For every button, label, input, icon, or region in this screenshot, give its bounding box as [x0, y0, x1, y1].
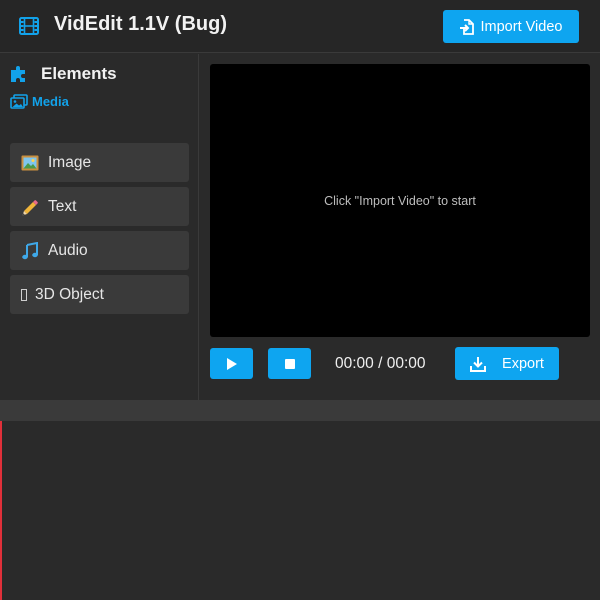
- app-title: VidEdit 1.1V (Bug): [54, 13, 227, 35]
- time-readout: 00:00 / 00:00: [335, 355, 426, 372]
- add-3d-object-button[interactable]: 3D Object: [10, 275, 189, 314]
- import-video-button[interactable]: Import Video: [443, 10, 579, 43]
- elements-sidebar: Elements Media Image Text Audio 3D Objec…: [0, 54, 199, 400]
- add-3d-object-label: 3D Object: [35, 285, 104, 303]
- download-icon: [470, 356, 487, 372]
- puzzle-icon: [11, 66, 25, 82]
- pencil-icon: [21, 198, 39, 216]
- add-text-button[interactable]: Text: [10, 187, 189, 226]
- preview-hint: Click "Import Video" to start: [324, 193, 476, 208]
- missing-glyph-icon: [21, 288, 27, 301]
- play-icon: [226, 357, 237, 370]
- tab-media-label: Media: [32, 94, 69, 109]
- tab-media[interactable]: Media: [10, 94, 69, 109]
- play-button[interactable]: [210, 348, 253, 379]
- sidebar-title: Elements: [41, 64, 117, 83]
- timeline-playhead[interactable]: [0, 421, 2, 600]
- add-text-label: Text: [48, 197, 77, 215]
- file-import-icon: [459, 18, 474, 35]
- add-image-button[interactable]: Image: [10, 143, 189, 182]
- film-icon: [19, 17, 39, 35]
- sidebar-header: Elements: [9, 64, 117, 84]
- export-button[interactable]: Export: [455, 347, 559, 380]
- musical-note-icon: [21, 241, 39, 260]
- images-icon: [10, 94, 28, 109]
- timeline-ruler[interactable]: [0, 400, 600, 421]
- timeline-track-area[interactable]: [0, 421, 600, 600]
- add-audio-button[interactable]: Audio: [10, 231, 189, 270]
- video-preview[interactable]: Click "Import Video" to start: [210, 64, 590, 337]
- top-bar: VidEdit 1.1V (Bug) Import Video: [0, 0, 600, 53]
- export-label: Export: [502, 355, 544, 372]
- add-audio-label: Audio: [48, 241, 88, 259]
- stop-button[interactable]: [268, 348, 311, 379]
- add-image-label: Image: [48, 153, 92, 171]
- stop-icon: [284, 358, 295, 369]
- import-video-label: Import Video: [480, 18, 563, 35]
- framed-picture-icon: [21, 154, 39, 172]
